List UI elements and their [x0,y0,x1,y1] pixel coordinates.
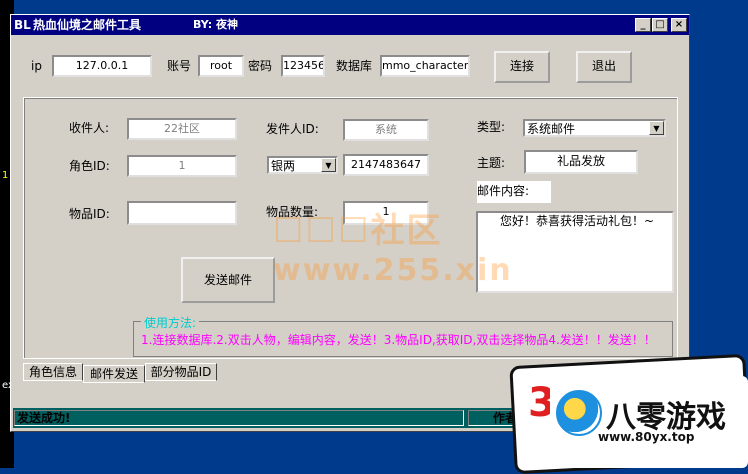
tab-mail-send[interactable]: 邮件发送 [83,365,145,383]
database-label: 数据库 [336,59,373,73]
close-button[interactable]: × [671,18,687,32]
logo-badge-icon [556,390,602,436]
database-field[interactable]: mmo_character [380,55,470,77]
chevron-down-icon[interactable]: ▼ [649,121,664,135]
password-label: 密码 [248,59,273,73]
logo-url: www.80yx.top [598,430,695,444]
account-label: 账号 [167,59,192,73]
content-label: 邮件内容: [477,184,530,198]
watermark-line2: www.255.xin [273,253,513,288]
currency-value: 银两 [271,159,296,173]
item-id-field[interactable] [127,201,237,225]
subject-field[interactable]: 礼品发放 [524,150,638,174]
usage-title: 使用方法: [141,314,200,331]
role-id-field[interactable]: 1 [127,155,237,177]
mail-type-select[interactable]: 系统邮件 ▼ [523,119,666,137]
maximize-button[interactable]: □ [652,18,668,32]
subject-label: 主题: [477,156,506,170]
mail-type-value: 系统邮件 [527,122,576,136]
app-icon: BL [14,18,31,32]
tab-role-info[interactable]: 角色信息 [23,363,83,381]
exit-button[interactable]: 退出 [576,51,632,83]
type-label: 类型: [477,120,506,134]
connect-button[interactable]: 连接 [494,51,550,83]
item-id-label: 物品ID: [69,207,110,221]
watermark-line1: ☐☐☐社区 [273,211,443,251]
content-label-box: 邮件内容: [477,181,551,203]
minimize-button[interactable]: _ [635,18,651,32]
currency-select[interactable]: 银两 ▼ [267,156,338,174]
ip-field[interactable]: 127.0.0.1 [52,55,152,77]
sender-id-label: 发件人ID: [266,122,319,136]
author-byline: BY: 夜神 [193,18,239,31]
account-field[interactable]: root [198,55,244,77]
recipient-label: 收件人: [69,121,110,135]
role-id-label: 角色ID: [69,159,110,173]
title-bar[interactable]: BL 热血仙境之邮件工具 BY: 夜神 _ □ × [11,15,689,35]
recipient-field[interactable]: 22社区 [127,118,237,140]
chevron-down-icon[interactable]: ▼ [321,158,336,172]
ip-label: ip [31,59,42,73]
password-field[interactable]: 123456 [281,55,325,77]
window-title: 热血仙境之邮件工具 [33,18,142,32]
send-mail-button[interactable]: 发送邮件 [181,257,275,303]
status-message: 发送成功! [14,410,464,426]
usage-text: 1.连接数据库.2.双击人物，编辑内容，发送！3.物品ID,获取ID,双击选择物… [141,333,656,347]
tab-item-ids[interactable]: 部分物品ID [145,363,217,381]
sender-field[interactable]: 系统 [343,119,429,141]
currency-amount-field[interactable]: 2147483647 [343,154,429,176]
